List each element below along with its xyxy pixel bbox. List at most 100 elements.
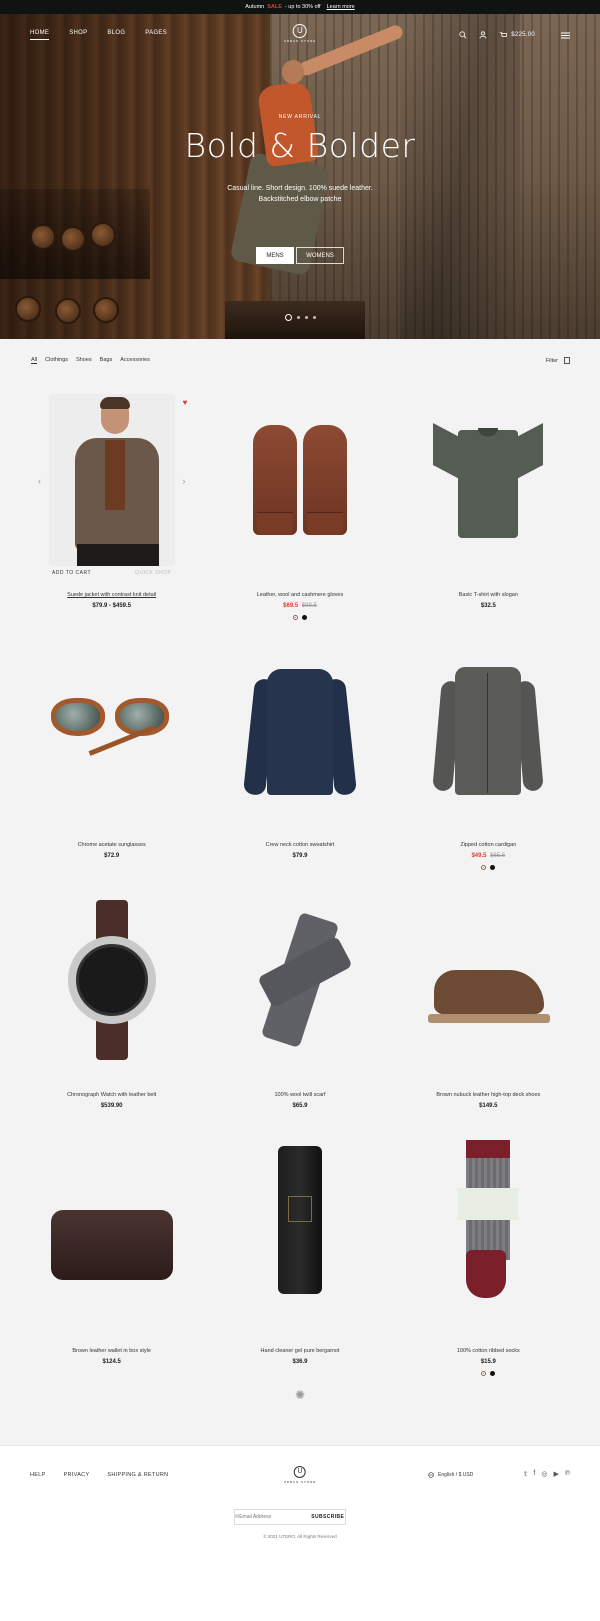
product-image[interactable] <box>62 900 162 1060</box>
product-price: $69.5 $99.5 <box>218 603 381 609</box>
product-name[interactable]: 100% cotton ribbed socks <box>407 1348 570 1354</box>
youtube-icon[interactable]: ▶ <box>553 1470 558 1478</box>
product-name[interactable]: Hand cleaner gel pure bergamot <box>218 1348 381 1354</box>
filter-all[interactable]: All <box>31 357 38 364</box>
footer-link-help[interactable]: HELP <box>30 1472 46 1478</box>
menu-icon[interactable] <box>561 32 570 39</box>
product-image[interactable] <box>242 665 357 796</box>
product-card[interactable]: Leather, wool and cashmere gloves $69.5 … <box>218 390 381 640</box>
color-swatches <box>407 1371 570 1376</box>
filter-button[interactable]: Filter <box>546 357 570 364</box>
product-name[interactable]: 100% wool twill scarf <box>218 1092 381 1098</box>
slider-dot-2[interactable] <box>296 316 300 319</box>
footer-logo[interactable]: U URBAN STORE <box>284 1466 317 1484</box>
product-name[interactable]: Brown nubuck leather high-top deck shoes <box>407 1092 570 1098</box>
quick-shop-button[interactable]: QUICK SHOP <box>135 570 171 576</box>
product-image[interactable] <box>252 425 347 535</box>
product-card[interactable]: Crew neck cotton sweatshirt $79.9 <box>218 640 381 890</box>
swatch-grey[interactable] <box>481 865 487 870</box>
copyright: © 2021 UTERO. All Rights Reserved <box>263 1534 337 1539</box>
product-card[interactable]: 100% wool twill scarf $65.9 <box>218 890 381 1130</box>
footer-link-privacy[interactable]: PRIVACY <box>64 1472 90 1478</box>
instagram-icon[interactable]: ◎ <box>541 1470 547 1478</box>
product-image[interactable] <box>47 690 177 770</box>
wishlist-heart-icon[interactable]: ♥ <box>183 398 188 407</box>
product-price: $124.5 <box>102 1359 121 1365</box>
product-name[interactable]: Leather, wool and cashmere gloves <box>218 592 381 598</box>
site-logo[interactable]: U URBAN STORE <box>284 24 317 43</box>
product-image[interactable] <box>432 663 545 797</box>
filter-clothings[interactable]: Clothings <box>45 357 68 364</box>
product-image[interactable] <box>48 394 175 566</box>
announcement-prefix: Autumn <box>245 4 265 10</box>
product-card[interactable]: 100% cotton ribbed socks $15.9 <box>407 1130 570 1390</box>
product-price: $72.9 <box>104 853 120 859</box>
announcement-sale: SALE <box>267 4 282 10</box>
product-card[interactable]: Basic T-shirt with slogan $32.5 <box>407 390 570 640</box>
sale-price: $69.5 <box>283 603 299 609</box>
product-card[interactable]: Chronograph Watch with leather belt $539… <box>30 890 193 1130</box>
product-name[interactable]: Chronograph Watch with leather belt <box>30 1092 193 1098</box>
chevron-left-icon[interactable]: ‹ <box>38 476 41 486</box>
product-name[interactable]: Crew neck cotton sweatshirt <box>218 842 381 848</box>
facebook-icon[interactable]: f <box>533 1470 535 1478</box>
cart-icon <box>500 32 508 37</box>
hero-title: Bold & Bolder <box>184 126 416 165</box>
email-field[interactable] <box>239 1514 306 1520</box>
product-price: $539.90 <box>100 1103 123 1109</box>
product-card[interactable]: Brown nubuck leather high-top deck shoes… <box>407 890 570 1130</box>
locale-selector[interactable]: English / $ USD <box>428 1472 473 1478</box>
announcement-suffix: - up to 30% off <box>284 4 321 10</box>
swatch-black[interactable] <box>490 865 496 870</box>
product-image[interactable] <box>50 1210 173 1280</box>
filter-bags[interactable]: Bags <box>100 357 113 364</box>
filter-accessories[interactable]: Accessories <box>120 357 150 364</box>
product-card[interactable]: Brown leather wallet in box style $124.5 <box>30 1130 193 1390</box>
cart-total: $225.00 <box>511 32 535 38</box>
product-image[interactable] <box>458 1140 519 1300</box>
product-name[interactable]: Suede jacket with contrast knit detail <box>30 592 193 598</box>
nav-pages[interactable]: PAGES <box>145 30 167 40</box>
slider-dot-3[interactable] <box>304 316 308 319</box>
nav-shop[interactable]: SHOP <box>69 30 87 40</box>
product-card[interactable]: Chrome acetate sunglasses $72.9 <box>30 640 193 890</box>
product-card[interactable]: ♥ ‹ › ADD TO CART QUICK SHOP Suede jacke… <box>30 390 193 640</box>
search-icon[interactable] <box>459 31 467 39</box>
product-image[interactable] <box>277 1146 322 1294</box>
slider-dot-1[interactable] <box>284 314 292 321</box>
womens-button[interactable]: WOMENS <box>296 247 344 264</box>
filter-shoes[interactable]: Shoes <box>76 357 92 364</box>
nav-blog[interactable]: BLOG <box>107 30 125 40</box>
product-card[interactable]: Hand cleaner gel pure bergamot $36.9 <box>218 1130 381 1390</box>
twitter-icon[interactable]: 𝕥 <box>524 1470 527 1478</box>
hero-model <box>282 60 304 84</box>
site-footer: HELP PRIVACY SHIPPING & RETURN U URBAN S… <box>0 1445 600 1621</box>
swatch-grey[interactable] <box>481 1371 487 1376</box>
product-filter-bar: All Clothings Shoes Bags Accessories Fil… <box>31 357 570 364</box>
swatch-black[interactable] <box>301 615 307 620</box>
mens-button[interactable]: MENS <box>256 247 294 264</box>
cart-button[interactable]: $225.00 <box>499 31 535 39</box>
slider-dot-4[interactable] <box>312 316 316 319</box>
product-name[interactable]: Basic T-shirt with slogan <box>407 592 570 598</box>
globe-icon <box>428 1472 434 1478</box>
subscribe-button[interactable]: SUBSCRIBE <box>305 1514 350 1520</box>
hero-description-1: Casual line. Short design. 100% suede le… <box>227 185 373 192</box>
original-price: $65.5 <box>490 853 506 859</box>
swatch-black[interactable] <box>490 1371 496 1376</box>
product-image[interactable] <box>426 970 551 1030</box>
user-icon[interactable] <box>479 31 487 39</box>
chevron-right-icon[interactable]: › <box>182 476 185 486</box>
add-to-cart-button[interactable]: ADD TO CART <box>52 570 91 576</box>
swatch-brown[interactable] <box>292 615 298 620</box>
learn-more-link[interactable]: Learn more <box>327 4 355 10</box>
footer-link-shipping[interactable]: SHIPPING & RETURN <box>107 1472 168 1478</box>
product-name[interactable]: Zipped cotton cardigan <box>407 842 570 848</box>
product-name[interactable]: Brown leather wallet in box style <box>30 1348 193 1354</box>
nav-home[interactable]: HOME <box>30 30 50 40</box>
pinterest-icon[interactable]: ℗ <box>565 1470 570 1478</box>
product-image[interactable] <box>240 912 360 1048</box>
product-image[interactable] <box>433 420 544 540</box>
product-name[interactable]: Chrome acetate sunglasses <box>30 842 193 848</box>
product-card[interactable]: Zipped cotton cardigan $49.5 $65.5 <box>407 640 570 890</box>
